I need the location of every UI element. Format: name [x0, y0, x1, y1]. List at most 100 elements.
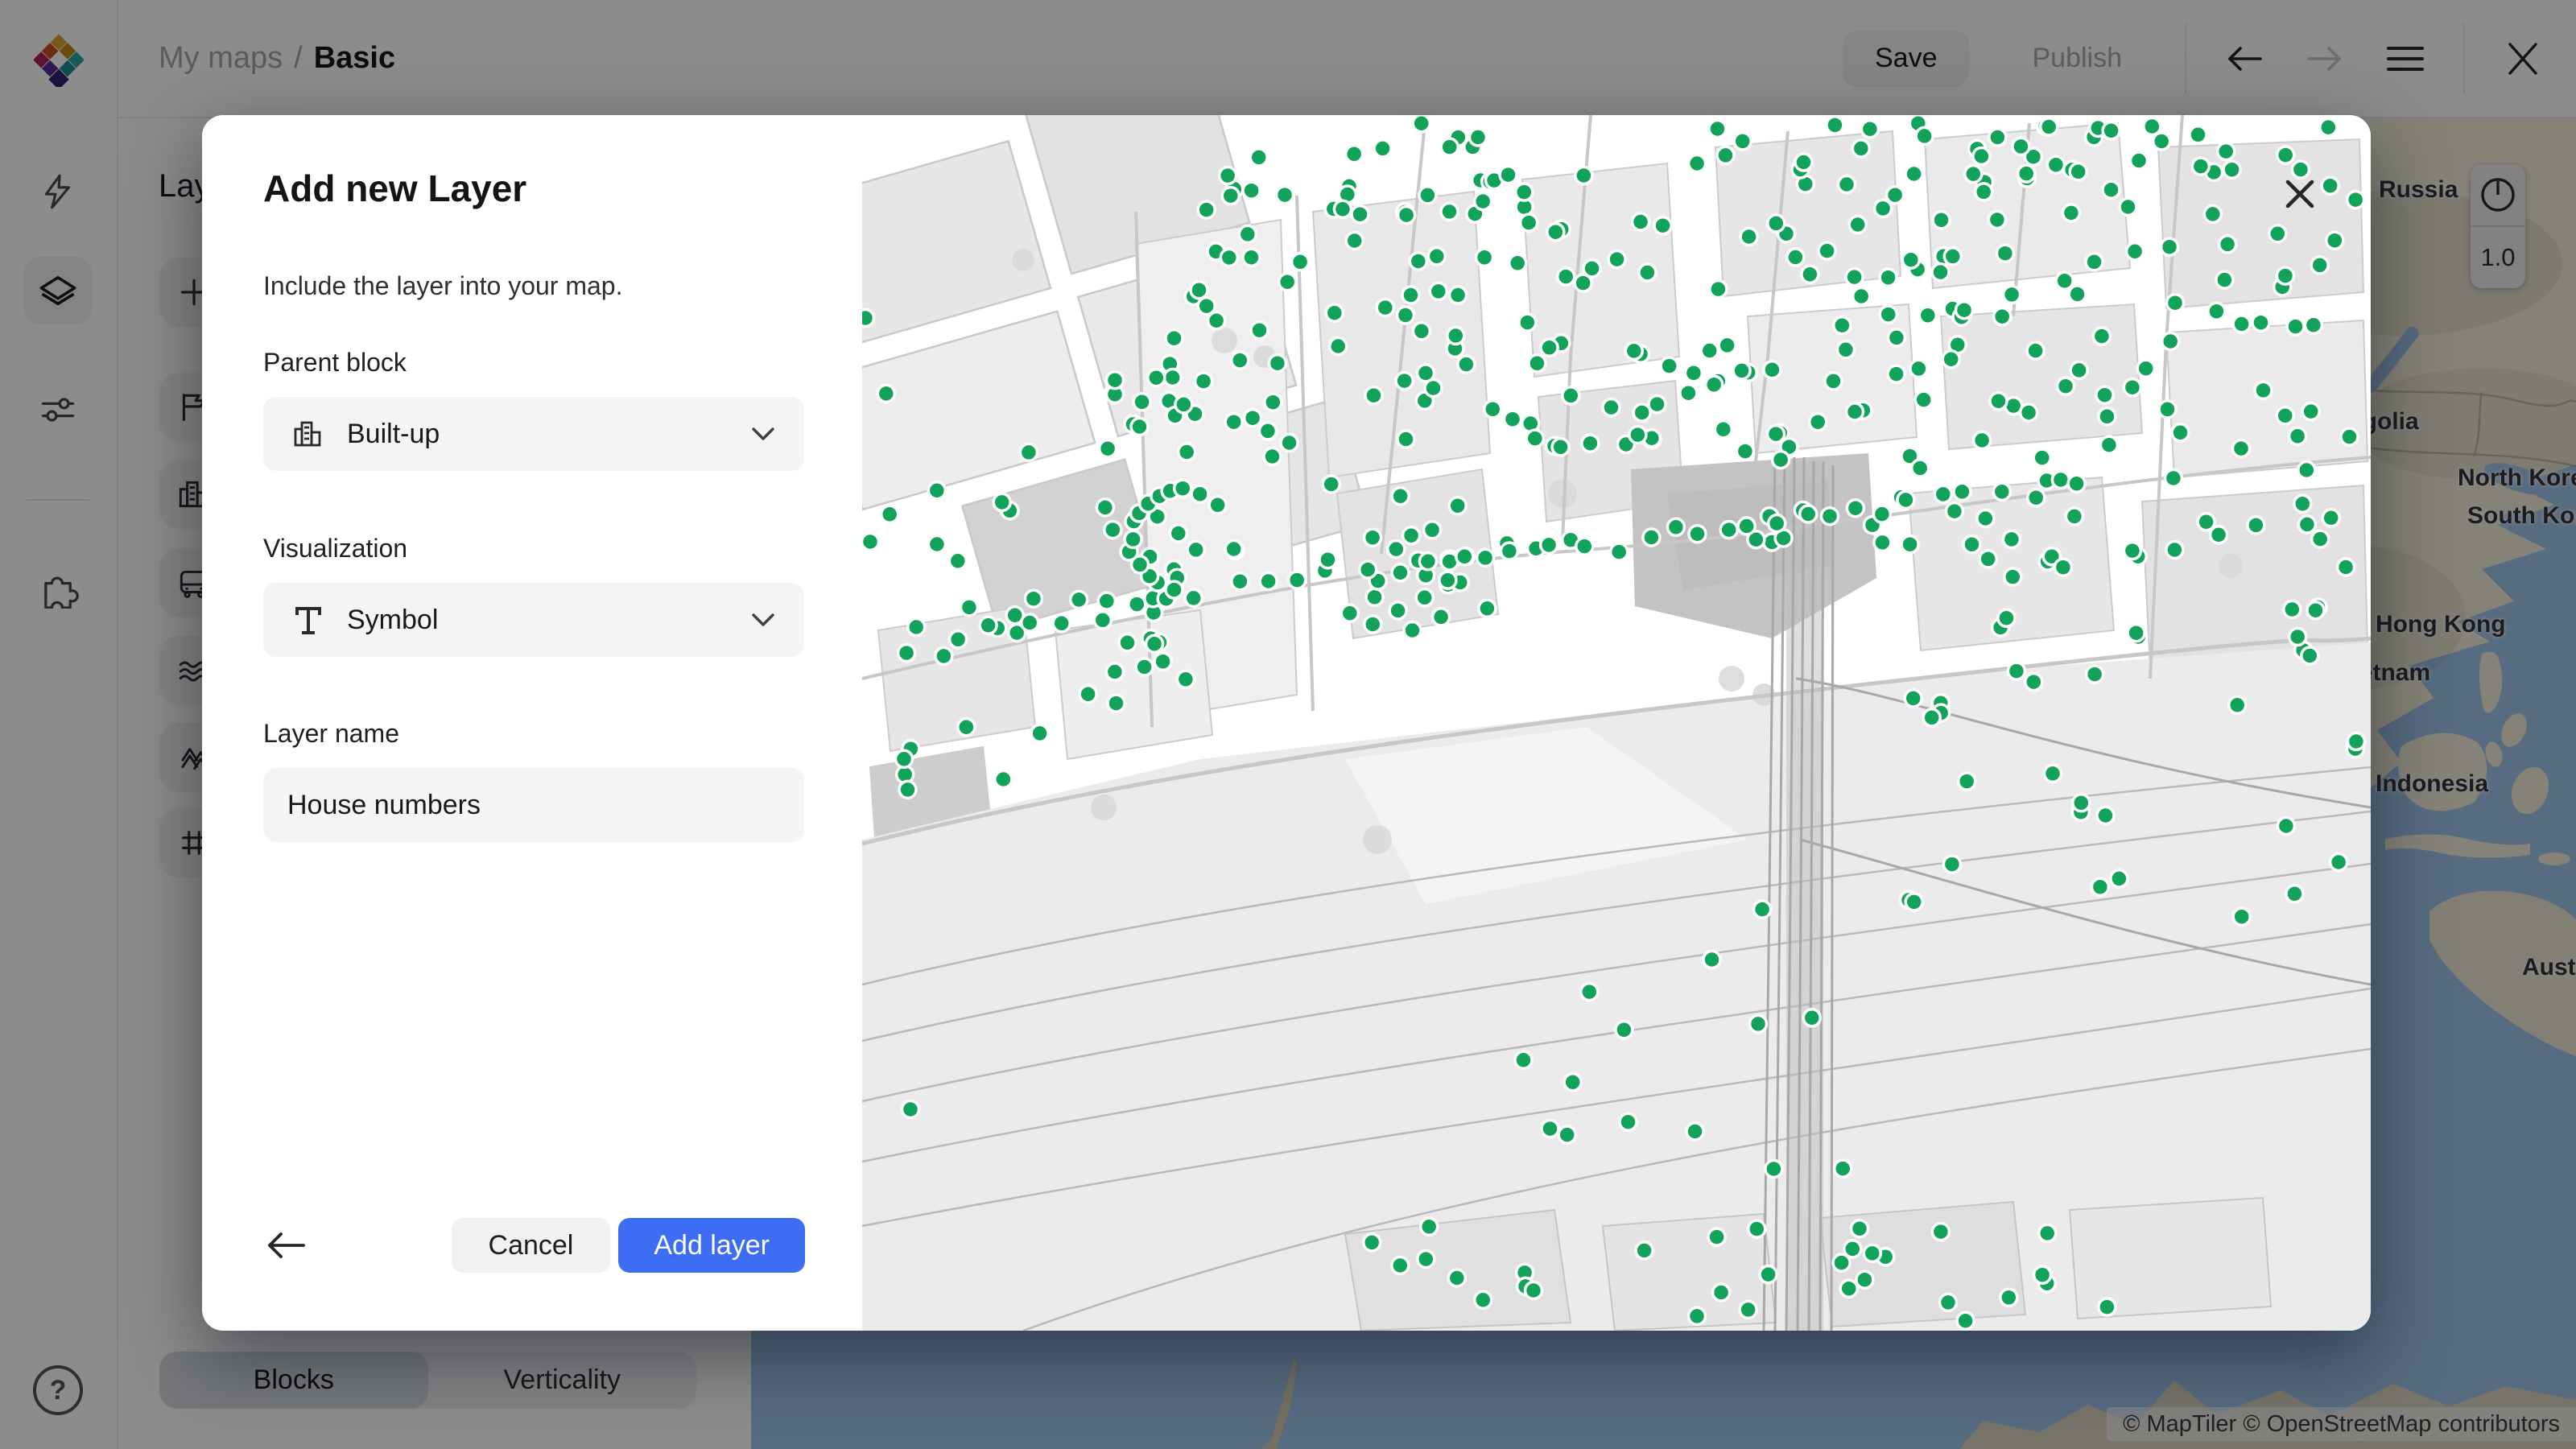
house-number-marker	[1413, 323, 1430, 340]
house-number-marker	[2208, 303, 2225, 320]
house-number-marker	[1959, 773, 1975, 790]
house-number-marker	[1827, 117, 1843, 134]
house-number-marker	[2099, 408, 2116, 425]
house-number-marker	[1397, 431, 1414, 448]
house-number-marker	[1963, 536, 1980, 553]
undo-button[interactable]	[2222, 36, 2267, 81]
modal-close-button[interactable]	[2276, 170, 2324, 218]
house-number-marker	[1131, 419, 1148, 436]
house-number-marker	[1847, 500, 1864, 517]
house-number-marker	[2223, 161, 2240, 178]
save-button[interactable]: Save	[1843, 31, 1970, 87]
house-number-marker	[1529, 355, 1546, 372]
house-number-marker	[1552, 439, 1569, 456]
house-number-marker	[1994, 308, 2011, 325]
house-number-marker	[1458, 356, 1475, 373]
house-number-marker	[1542, 1121, 1558, 1137]
house-number-marker	[1239, 225, 1256, 242]
house-number-marker	[1125, 530, 1141, 547]
house-number-marker	[1022, 614, 1038, 631]
house-number-marker	[1977, 510, 1994, 527]
layer-name-input[interactable]	[263, 768, 804, 842]
house-number-marker	[2248, 517, 2264, 534]
house-number-marker	[2120, 199, 2136, 216]
house-number-marker	[1706, 376, 1723, 393]
house-number-marker	[1136, 658, 1153, 675]
sidebar-item-layers[interactable]	[24, 257, 92, 324]
house-number-marker	[2041, 118, 2058, 135]
house-number-marker	[1990, 393, 2007, 410]
house-number-marker	[2013, 138, 2029, 155]
house-number-marker	[1477, 549, 1494, 566]
house-number-marker	[1701, 342, 1718, 359]
house-number-marker	[1541, 339, 1558, 356]
house-number-marker	[1888, 365, 1905, 382]
house-number-marker	[2000, 1289, 2017, 1306]
house-number-marker	[1974, 431, 1991, 448]
house-number-marker	[1765, 1161, 1782, 1178]
house-number-marker	[1191, 282, 1208, 299]
house-number-marker	[1844, 1241, 1861, 1257]
house-number-marker	[1643, 529, 1660, 546]
country-label: North Korea	[2458, 464, 2576, 492]
house-number-marker	[1179, 444, 1195, 460]
house-number-marker	[1323, 476, 1340, 493]
house-number-marker	[1450, 287, 1467, 303]
house-number-marker	[2004, 286, 2021, 303]
house-number-marker	[2162, 333, 2179, 350]
house-number-marker	[862, 310, 874, 327]
publish-button[interactable]: Publish	[2004, 31, 2149, 87]
house-number-marker	[1547, 224, 1564, 241]
house-number-marker	[1760, 1266, 1777, 1283]
house-number-marker	[1505, 411, 1521, 427]
house-number-marker	[2025, 674, 2042, 691]
house-number-marker	[2287, 318, 2304, 335]
help-button[interactable]: ?	[33, 1365, 83, 1415]
house-number-marker	[1346, 233, 1363, 250]
house-number-marker	[1119, 634, 1136, 651]
map-timer-button[interactable]	[2471, 164, 2525, 225]
tab-verticality[interactable]: Verticality	[428, 1352, 697, 1409]
sidebar-item-adjustments[interactable]	[24, 376, 92, 444]
house-number-marker	[1689, 526, 1706, 543]
back-button[interactable]	[263, 1223, 308, 1268]
country-label: Indonesia	[2376, 770, 2488, 798]
close-editor-button[interactable]	[2500, 36, 2545, 81]
house-number-marker	[1392, 488, 1409, 505]
house-number-marker	[1923, 709, 1940, 726]
house-number-marker	[1825, 373, 1842, 390]
sidebar-item-shortcuts[interactable]	[24, 158, 92, 225]
cancel-button[interactable]: Cancel	[452, 1218, 611, 1273]
country-label: South Korea	[2467, 502, 2576, 530]
house-number-marker	[1419, 187, 1436, 204]
menu-button[interactable]	[2383, 36, 2428, 81]
house-number-marker	[1418, 1251, 1435, 1268]
sidebar-item-plugins[interactable]	[24, 554, 92, 621]
house-number-marker	[1703, 952, 1720, 968]
visualization-select[interactable]: Symbol	[263, 583, 804, 657]
house-number-marker	[1888, 329, 1905, 346]
zoom-control[interactable]: 1.0	[2471, 164, 2525, 288]
house-number-marker	[1768, 215, 1785, 232]
house-number-marker	[2190, 126, 2207, 143]
house-number-marker	[1717, 147, 1734, 163]
maptiler-logo[interactable]	[34, 34, 84, 87]
add-layer-button[interactable]: Add layer	[618, 1218, 805, 1273]
house-number-marker	[1191, 485, 1208, 502]
country-label: Australia	[2522, 954, 2576, 981]
redo-button[interactable]	[2302, 36, 2347, 81]
house-number-marker	[1366, 588, 1383, 605]
parent-block-select[interactable]: Built-up	[263, 397, 804, 471]
tab-blocks[interactable]: Blocks	[159, 1352, 428, 1409]
house-number-marker	[1800, 506, 1817, 522]
house-number-marker	[1582, 435, 1599, 452]
breadcrumb-parent[interactable]: My maps	[159, 41, 283, 76]
puzzle-icon	[37, 567, 79, 609]
layer-map-preview[interactable]	[862, 115, 2371, 1331]
house-number-marker	[1470, 129, 1487, 146]
house-number-marker	[950, 631, 967, 648]
breadcrumb-current: Basic	[314, 41, 395, 76]
house-number-marker	[1902, 251, 1919, 268]
house-number-marker	[1319, 551, 1336, 568]
house-number-marker	[1564, 1074, 1581, 1091]
